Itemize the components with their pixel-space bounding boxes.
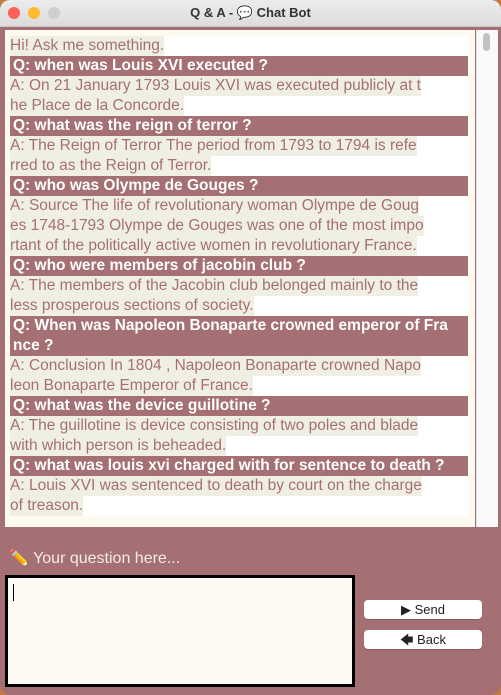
question-line: Q: when was Louis XVI executed ? [10, 56, 468, 76]
answer-line: he Place de la Concorde. [10, 96, 185, 116]
answer-line: rred to as the Reign of Terror. [10, 156, 212, 176]
answer-line: A: The members of the Jacobin club belon… [10, 276, 419, 296]
message-list: Hi! Ask me something. Q: when was Louis X… [10, 36, 468, 516]
back-button[interactable]: 🡄 Back [364, 630, 482, 649]
scroll-thumb[interactable] [483, 33, 490, 51]
send-button[interactable]: ▶ Send [364, 600, 482, 619]
question-line: Q: When was Napoleon Bonaparte crowned e… [10, 316, 468, 336]
answer-line: Hi! Ask me something. [10, 36, 165, 56]
question-line: Q: who were members of jacobin club ? [10, 256, 468, 276]
answer-line: A: The Reign of Terror The period from 1… [10, 136, 417, 156]
chat-bot-window: Q & A - 💬 Chat Bot Hi! Ask me something.… [0, 0, 501, 695]
answer-line: es 1748-1793 Olympe de Gouges was one of… [10, 216, 424, 236]
question-line: Q: what was the reign of terror ? [10, 116, 468, 136]
text-caret [13, 584, 14, 601]
answer-line: A: On 21 January 1793 Louis XVI was exec… [10, 76, 421, 96]
window-title: Q & A - 💬 Chat Bot [190, 5, 311, 20]
answer-line: with which person is beheaded. [10, 436, 227, 456]
answer-line: of treason. [10, 496, 84, 516]
question-line: nce ? [10, 336, 468, 356]
answer-line: A: Conclusion In 1804 , Napoleon Bonapar… [10, 356, 422, 376]
answer-line: less prosperous sections of society. [10, 296, 254, 316]
answer-line: A: The guillotine is device consisting o… [10, 416, 419, 436]
question-line: Q: what was louis xvi charged with for s… [10, 456, 468, 476]
question-input[interactable] [5, 575, 355, 687]
question-line: Q: what was the device guillotine ? [10, 396, 468, 416]
question-prompt-label: ✏️ Your question here... [9, 550, 181, 567]
question-line: Q: who was Olympe de Gouges ? [10, 176, 468, 196]
answer-line: leon Bonaparte Emperor of France. [10, 376, 253, 396]
title-bar: Q & A - 💬 Chat Bot [0, 0, 501, 27]
chat-scrollbar[interactable] [476, 30, 498, 527]
answer-line: A: Source The life of revolutionary woma… [10, 196, 419, 216]
answer-line: rtant of the politically active women in… [10, 236, 417, 256]
chat-history: Hi! Ask me something. Q: when was Louis X… [5, 30, 475, 527]
answer-line: A: Louis XVI was sentenced to death by c… [10, 476, 422, 496]
